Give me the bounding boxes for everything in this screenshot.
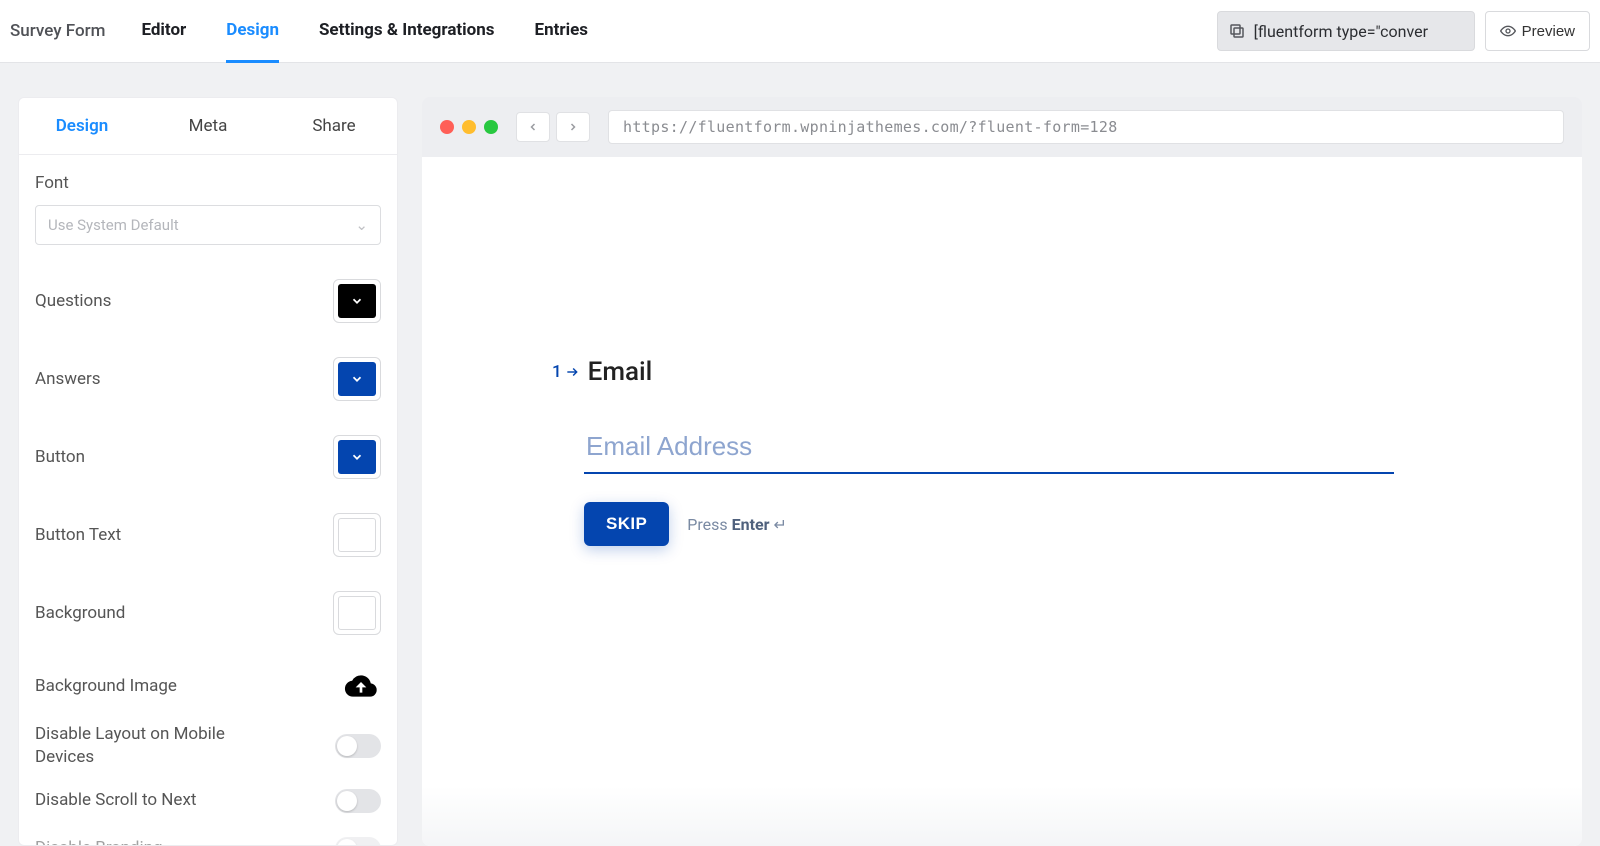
tab-editor[interactable]: Editor [141, 0, 186, 63]
row-questions: Questions [35, 279, 381, 323]
tab-settings-integrations[interactable]: Settings & Integrations [319, 0, 495, 63]
top-nav: Editor Design Settings & Integrations En… [141, 0, 588, 63]
close-dot-icon [440, 120, 454, 134]
shortcode-text: [fluentform type="conver [1254, 22, 1428, 41]
preview-label: Preview [1522, 23, 1575, 40]
button-label: Button [35, 447, 85, 467]
top-bar: Survey Form Editor Design Settings & Int… [0, 0, 1600, 63]
tab-entries[interactable]: Entries [535, 0, 588, 63]
font-select-value: Use System Default [48, 216, 179, 234]
nav-back-button[interactable] [516, 112, 550, 142]
chevron-right-icon [567, 121, 579, 133]
question-actions: SKIP Press Enter ↵ [584, 502, 1582, 546]
cloud-upload-icon [341, 670, 381, 702]
tab-design[interactable]: Design [226, 0, 279, 63]
address-url: https://fluentform.wpninjathemes.com/?fl… [623, 118, 1118, 136]
row-disable-scroll-next: Disable Scroll to Next [35, 789, 381, 813]
font-label: Font [35, 173, 381, 193]
background-label: Background [35, 603, 125, 623]
copy-icon [1228, 22, 1246, 40]
answers-color-picker[interactable] [333, 357, 381, 401]
row-button: Button [35, 435, 381, 479]
sidebar-tabs: Design Meta Share [19, 98, 397, 155]
nav-buttons [516, 112, 590, 142]
disable-layout-mobile-toggle[interactable] [335, 734, 381, 758]
disable-scroll-next-toggle[interactable] [335, 789, 381, 813]
address-bar[interactable]: https://fluentform.wpninjathemes.com/?fl… [608, 110, 1564, 144]
bg-image-label: Background Image [35, 676, 177, 696]
form-preview: 1 Email SKIP Press Enter ↵ [422, 157, 1582, 846]
disable-layout-mobile-label: Disable Layout on Mobile Devices [35, 723, 285, 769]
form-title: Survey Form [10, 21, 113, 41]
question-title: Email [588, 357, 653, 387]
preview-button[interactable]: Preview [1485, 11, 1590, 51]
row-background: Background [35, 591, 381, 635]
sidebar-tab-meta[interactable]: Meta [145, 98, 271, 154]
answers-swatch [338, 362, 376, 396]
disable-scroll-next-label: Disable Scroll to Next [35, 789, 196, 812]
row-disable-layout-mobile: Disable Layout on Mobile Devices [35, 723, 381, 769]
eye-icon [1500, 23, 1516, 39]
row-answers: Answers [35, 357, 381, 401]
nav-forward-button[interactable] [556, 112, 590, 142]
chevron-left-icon [527, 121, 539, 133]
questions-color-picker[interactable] [333, 279, 381, 323]
background-swatch [338, 596, 376, 630]
button-text-color-picker[interactable] [333, 513, 381, 557]
sidebar-tab-design[interactable]: Design [19, 98, 145, 154]
sidebar-body: Font Use System Default ⌄ Questions Answ… [19, 155, 397, 845]
button-text-swatch [338, 518, 376, 552]
arrow-right-icon [564, 365, 580, 379]
traffic-lights [440, 120, 498, 134]
email-input[interactable] [584, 425, 1394, 474]
shortcode-copy[interactable]: [fluentform type="conver [1217, 11, 1475, 51]
zoom-dot-icon [484, 120, 498, 134]
minimize-dot-icon [462, 120, 476, 134]
skip-button[interactable]: SKIP [584, 502, 669, 546]
design-sidebar: Design Meta Share Font Use System Defaul… [18, 97, 398, 846]
enter-key-icon: ↵ [773, 515, 786, 534]
answers-label: Answers [35, 369, 101, 389]
row-button-text: Button Text [35, 513, 381, 557]
sidebar-tab-share[interactable]: Share [271, 98, 397, 154]
questions-label: Questions [35, 291, 111, 311]
email-field-wrap [584, 425, 1394, 474]
questions-swatch [338, 284, 376, 318]
question-number: 1 [552, 362, 580, 382]
button-swatch [338, 440, 376, 474]
button-color-picker[interactable] [333, 435, 381, 479]
enter-hint: Press Enter ↵ [687, 515, 787, 534]
chevron-down-icon: ⌄ [355, 216, 368, 234]
background-color-picker[interactable] [333, 591, 381, 635]
disable-branding-toggle[interactable] [335, 837, 381, 845]
bottom-fade [422, 786, 1582, 846]
browser-chrome: https://fluentform.wpninjathemes.com/?fl… [422, 97, 1582, 157]
main-area: Design Meta Share Font Use System Defaul… [0, 63, 1600, 846]
bg-image-upload[interactable] [341, 669, 381, 703]
disable-branding-label: Disable Branding [35, 837, 163, 845]
row-bg-image: Background Image [35, 669, 381, 703]
preview-pane: https://fluentform.wpninjathemes.com/?fl… [422, 97, 1582, 846]
question-header: 1 Email [552, 357, 1582, 387]
row-disable-branding: Disable Branding [35, 837, 381, 845]
font-select[interactable]: Use System Default ⌄ [35, 205, 381, 245]
button-text-label: Button Text [35, 525, 121, 545]
